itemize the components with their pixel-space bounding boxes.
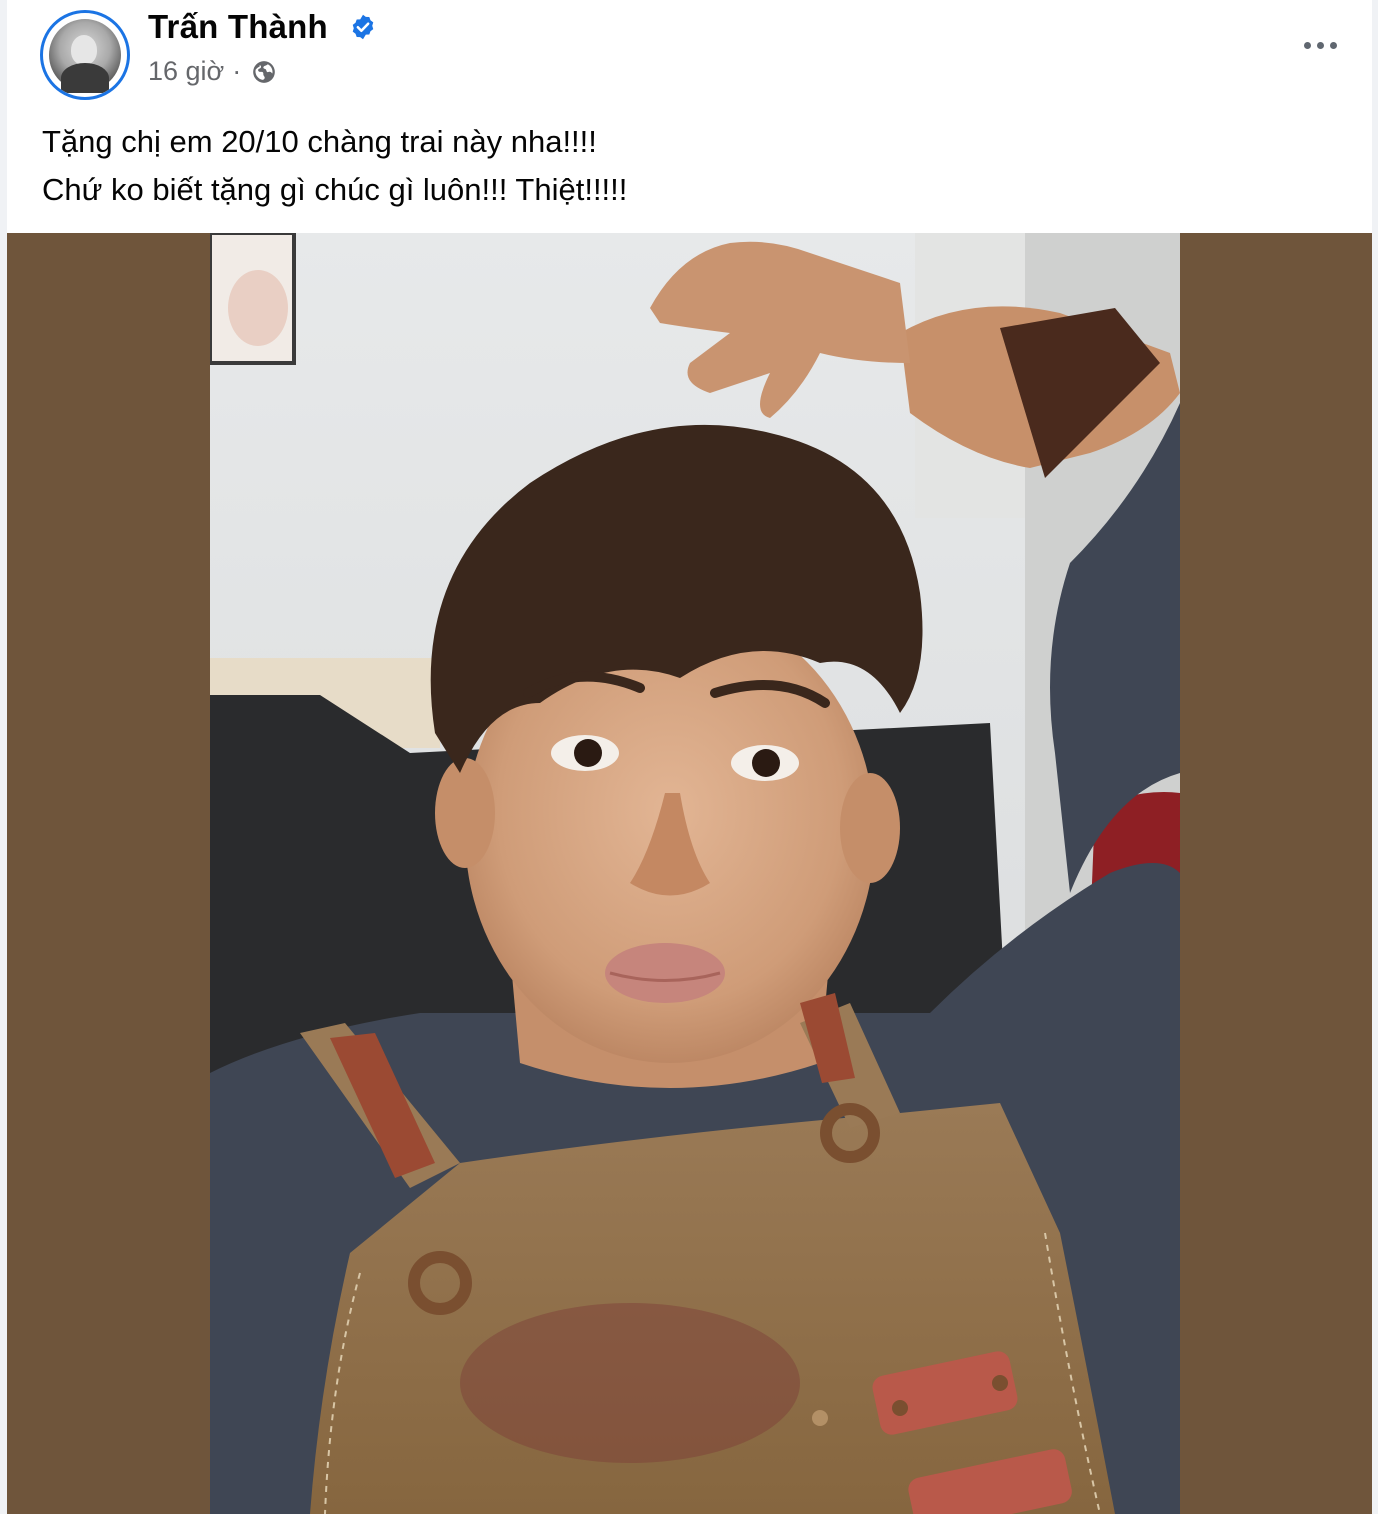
avatar-image [49,19,121,93]
avatar[interactable] [40,10,130,100]
more-options-icon [1303,41,1311,49]
post-photo-container [7,233,1372,1514]
post-timestamp[interactable]: 16 giờ [148,56,224,87]
page-left-border [0,0,7,1514]
post-meta: 16 giờ · [148,56,277,87]
post-text: Tặng chị em 20/10 chàng trai này nha!!!!… [42,118,627,214]
more-options-icon-dot [1329,41,1337,49]
more-options-icon-dot [1316,41,1324,49]
post-photo-image [210,233,1180,1514]
post-text-line: Tặng chị em 20/10 chàng trai này nha!!!! [42,124,597,159]
author-name[interactable]: Trấn Thành [148,8,328,46]
post-text-line: Chứ ko biết tặng gì chúc gì luôn!!! Thiệ… [42,172,628,207]
verified-badge-icon [352,14,374,40]
meta-separator: · [232,56,242,86]
globe-icon[interactable] [251,59,277,85]
page-right-border [1372,0,1378,1514]
post-header: Trấn Thành 16 giờ · Tặng chị em 20/10 ch… [7,0,1372,232]
more-options-button[interactable] [1297,28,1343,62]
post-photo[interactable] [210,233,1180,1514]
